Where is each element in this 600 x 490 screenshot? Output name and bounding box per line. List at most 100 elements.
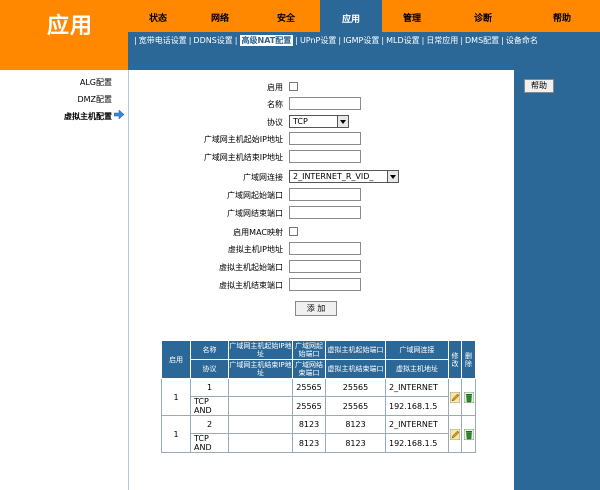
vhost-ip-label: 虚拟主机IP地址 <box>227 245 283 254</box>
chevron-down-icon <box>337 116 348 127</box>
cell-wan-conn: 2_INTERNET <box>385 378 449 397</box>
header-band <box>128 50 600 70</box>
row-vhost-ip: 虚拟主机IP地址 <box>129 241 515 257</box>
th-vhost-ip: 虚拟主机地址 <box>385 359 449 379</box>
th-delete: 删除 <box>461 340 476 379</box>
wan-start-ip-input[interactable] <box>289 132 361 145</box>
th-wan-conn: 广域网连接 <box>385 340 449 360</box>
vhost-end-port-input[interactable] <box>289 278 361 291</box>
chevron-down-icon <box>387 171 398 182</box>
th-wan-end-ip: 广域网主机结束IP地址 <box>228 359 293 379</box>
content-panel: 启用 名称 协议 TCP 广域网主机起始IP地址 广域网主机结束IP地址 广域网… <box>128 70 514 490</box>
tab-diagnosis[interactable]: 诊断 <box>442 7 524 32</box>
delete-cell <box>461 378 476 416</box>
help-button[interactable]: 帮助 <box>524 79 554 93</box>
cell-wan-end-port: 25565 <box>292 396 326 416</box>
subnav-mld[interactable]: MLD设置 <box>386 36 420 45</box>
left-item-virtual-host[interactable]: 虚拟主机配置 <box>64 111 112 122</box>
subnav-dms[interactable]: DMS配置 <box>465 36 499 45</box>
add-button[interactable]: 添 加 <box>295 301 337 316</box>
subnav-voip[interactable]: 宽带电话设置 <box>139 36 187 45</box>
wan-start-port-input[interactable] <box>289 188 361 201</box>
left-item-dmz[interactable]: DMZ配置 <box>77 94 112 105</box>
cell-wan-start-ip <box>228 378 293 397</box>
app-title: 应用 <box>0 0 128 70</box>
tab-application[interactable]: 应用 <box>320 0 382 32</box>
cell-vhost-start-port: 8123 <box>325 415 386 434</box>
cell-vhost-ip: 192.168.1.5 <box>385 396 449 416</box>
cell-vhost-end-port: 8123 <box>325 433 386 453</box>
wan-end-port-label: 广域网结束端口 <box>227 209 283 218</box>
wan-end-ip-input[interactable] <box>289 150 361 163</box>
subnav-upnp[interactable]: UPnP设置 <box>300 36 336 45</box>
cell-vhost-start-port: 25565 <box>325 378 386 397</box>
row-wan-start-ip: 广域网主机起始IP地址 <box>129 131 515 147</box>
row-vhost-end-port: 虚拟主机结束端口 <box>129 277 515 293</box>
cell-vhost-ip: 192.168.1.5 <box>385 433 449 453</box>
row-wan-end-port: 广域网结束端口 <box>129 205 515 221</box>
cell-protocol: TCP AND <box>190 433 229 453</box>
tab-help[interactable]: 帮助 <box>524 7 600 32</box>
vhost-start-port-label: 虚拟主机起始端口 <box>219 263 283 272</box>
protocol-select[interactable]: TCP <box>289 115 349 128</box>
name-input[interactable] <box>289 97 361 110</box>
subnav-igmp[interactable]: IGMP设置 <box>343 36 379 45</box>
right-panel: 帮助 <box>514 70 600 490</box>
cell-protocol: TCP AND <box>190 396 229 416</box>
subnav-advanced-nat[interactable]: 高级NAT配置 <box>239 35 294 46</box>
main-tabs: 状态 网络 安全 应用 管理 诊断 帮助 <box>128 0 600 32</box>
cell-name: 1 <box>190 378 229 397</box>
pencil-icon[interactable] <box>450 391 460 403</box>
subnav-daily[interactable]: 日常应用 <box>426 36 458 45</box>
cell-wan-conn: 2_INTERNET <box>385 415 449 434</box>
th-protocol: 协议 <box>190 359 229 379</box>
wan-start-ip-label: 广域网主机起始IP地址 <box>203 135 283 144</box>
name-label: 名称 <box>267 100 283 109</box>
row-enable: 启用 <box>129 79 515 95</box>
enable-checkbox[interactable] <box>289 82 298 91</box>
left-item-alg[interactable]: ALG配置 <box>80 77 112 88</box>
tab-security[interactable]: 安全 <box>252 7 320 32</box>
subnav-device-name[interactable]: 设备命名 <box>506 36 538 45</box>
cell-vhost-end-port: 25565 <box>325 396 386 416</box>
row-wan-start-port: 广域网起始端口 <box>129 187 515 203</box>
wan-end-port-input[interactable] <box>289 206 361 219</box>
wan-conn-label: 广域网连接 <box>243 173 283 182</box>
cell-wan-end-ip <box>228 433 293 453</box>
cell-wan-start-ip <box>228 415 293 434</box>
cell-wan-start-port: 25565 <box>292 378 326 397</box>
wan-start-port-label: 广域网起始端口 <box>227 191 283 200</box>
th-vhost-end-port: 虚拟主机结束端口 <box>325 359 386 379</box>
row-wan-conn: 广域网连接 2_INTERNET_R_VID_ <box>129 169 515 185</box>
mac-checkbox[interactable] <box>289 227 298 236</box>
tab-status[interactable]: 状态 <box>128 7 188 32</box>
left-nav: ALG配置 DMZ配置 虚拟主机配置 <box>0 70 128 490</box>
cell-enable: 1 <box>161 378 191 416</box>
tab-management[interactable]: 管理 <box>382 7 442 32</box>
vhost-start-port-input[interactable] <box>289 260 361 273</box>
pencil-icon[interactable] <box>450 428 460 440</box>
table-row: 1 2 8123 8123 2_INTERNET <box>161 415 476 453</box>
th-wan-end-port: 广域网结束端口 <box>292 359 326 379</box>
table-row: TCP AND 8123 8123 192.168.1.5 <box>162 433 476 453</box>
wan-conn-value: 2_INTERNET_R_VID_ <box>293 172 374 181</box>
protocol-value: TCP <box>293 117 308 126</box>
subnav-ddns[interactable]: DDNS设置 <box>193 36 232 45</box>
wan-end-ip-label: 广域网主机结束IP地址 <box>203 153 283 162</box>
protocol-label: 协议 <box>267 118 283 127</box>
edit-cell <box>448 378 462 416</box>
trash-icon[interactable] <box>463 428 474 440</box>
row-mac: 启用MAC映射 <box>129 224 515 240</box>
cell-wan-start-port: 8123 <box>292 415 326 434</box>
wan-conn-select[interactable]: 2_INTERNET_R_VID_ <box>289 170 399 183</box>
table-row: TCP AND 25565 25565 192.168.1.5 <box>162 396 476 416</box>
vhost-end-port-label: 虚拟主机结束端口 <box>219 281 283 290</box>
vhost-ip-input[interactable] <box>289 242 361 255</box>
trash-icon[interactable] <box>463 391 474 403</box>
th-wan-start-port: 广域网起始端口 <box>292 340 326 360</box>
row-name: 名称 <box>129 96 515 112</box>
row-wan-end-ip: 广域网主机结束IP地址 <box>129 149 515 165</box>
cell-wan-end-ip <box>228 396 293 416</box>
th-edit: 修改 <box>448 340 462 379</box>
tab-network[interactable]: 网络 <box>188 7 252 32</box>
